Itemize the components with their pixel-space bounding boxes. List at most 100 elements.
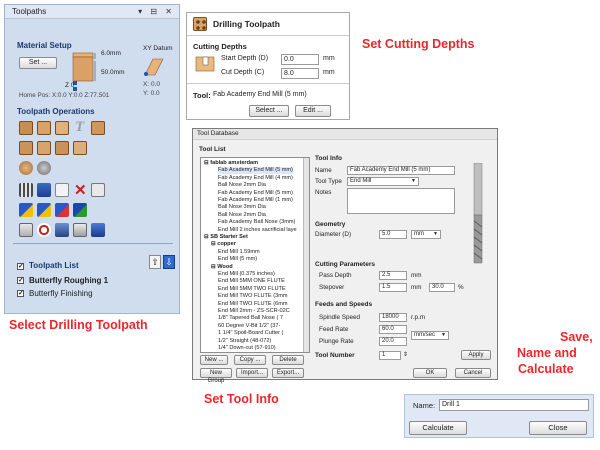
tree-scrollbar[interactable] bbox=[303, 158, 309, 352]
save-toolpath-icon[interactable] bbox=[73, 223, 87, 237]
v-carve-icon[interactable] bbox=[19, 141, 33, 155]
xy-datum-icon[interactable] bbox=[143, 55, 165, 77]
tool-tree-item[interactable]: End Mill TWO FLUTE (6mm bbox=[218, 301, 288, 308]
toolpath-list-checkbox[interactable]: ✓ bbox=[17, 263, 24, 270]
tool-tree-item[interactable]: Fab Academy End Mill (1 mm) bbox=[218, 197, 293, 204]
calculator-icon[interactable] bbox=[91, 183, 105, 197]
fluting-toolpath-icon[interactable] bbox=[73, 141, 87, 155]
toolpath-name-label: Name: bbox=[413, 401, 436, 410]
3d-finishing-icon[interactable] bbox=[37, 161, 51, 175]
tool-tree-item[interactable]: End Mill 1.59mm bbox=[218, 249, 260, 256]
edit-tool-button[interactable]: Edit ... bbox=[295, 105, 331, 117]
tool-tree-item[interactable]: End Mill (5 mm) bbox=[218, 256, 257, 263]
diameter-input[interactable]: 5.0 bbox=[379, 230, 407, 239]
move-down-icon[interactable]: ⇩ bbox=[163, 255, 175, 269]
tool-tree-item[interactable]: 1/4" Down-cut (57-910) bbox=[218, 345, 276, 352]
import-button[interactable]: Import... bbox=[236, 368, 268, 378]
tool-tree-item[interactable]: End Mill 5MM TWO FLUTE bbox=[218, 286, 286, 293]
cut-depth-input[interactable]: 8.0 bbox=[281, 68, 319, 79]
notes-textarea[interactable] bbox=[347, 188, 455, 214]
tool-tree-item[interactable]: End Mill TWO FLUTE (3mm bbox=[218, 293, 288, 300]
feed-rate-input[interactable]: 60.0 bbox=[379, 325, 407, 334]
rate-unit-select[interactable]: mm/sec ▼ bbox=[411, 331, 449, 340]
tool-tree-item[interactable]: ⊟ fablab amsterdam bbox=[204, 160, 258, 167]
caption-name-and: Name and bbox=[517, 346, 577, 360]
pass-depth-input[interactable]: 2.5 bbox=[379, 271, 407, 280]
merge-toolpaths-icon[interactable] bbox=[91, 223, 105, 237]
preview-all-icon[interactable] bbox=[37, 203, 51, 217]
delete-toolpath-icon[interactable]: ✕ bbox=[74, 181, 87, 199]
apply-button[interactable]: Apply bbox=[461, 350, 491, 360]
toolpath-name-input[interactable]: Drill 1 bbox=[439, 399, 589, 411]
z-zero-label: Z 0 bbox=[65, 82, 75, 89]
ok-button[interactable]: OK bbox=[413, 368, 447, 378]
flute-toolpath-icon[interactable] bbox=[37, 141, 51, 155]
tool-tree-item[interactable]: ⊟ SB Starter Set bbox=[204, 234, 248, 241]
drilling-toolpath-icon[interactable] bbox=[19, 183, 33, 197]
datum-x-value: X: 0.0 bbox=[143, 81, 160, 88]
toolpaths-panel: Toolpaths ▾ ⊟ ✕ Material Setup Set ... 6… bbox=[4, 4, 180, 314]
tool-tree-item[interactable]: 1/2" Straight (48-072) bbox=[218, 338, 271, 345]
toolpath-item-checkbox[interactable]: ✓ bbox=[17, 277, 24, 284]
select-tool-button[interactable]: Select ... bbox=[249, 105, 289, 117]
toolpath-item-checkbox[interactable]: ✓ bbox=[17, 290, 24, 297]
cancel-button[interactable]: Cancel bbox=[455, 368, 491, 378]
reset-preview-icon[interactable] bbox=[55, 203, 69, 217]
tool-tree-item[interactable]: End Mill 2 inches sacrificial laye bbox=[218, 227, 297, 234]
tool-tree-item[interactable]: Ball Nose 3mm Dia bbox=[218, 204, 266, 211]
tool-name-input[interactable]: Fab Academy End Mill (5 mm) bbox=[347, 166, 455, 175]
tool-tree-item[interactable]: Fab Academy End Mill (4 mm) bbox=[218, 175, 293, 182]
prism-toolpath-icon[interactable] bbox=[55, 141, 69, 155]
pocket-toolpath-icon[interactable] bbox=[37, 121, 51, 135]
tool-tree[interactable]: ⊟ fablab amsterdam Fab Academy End Mill (… bbox=[200, 157, 310, 353]
material-set-button[interactable]: Set ... bbox=[19, 57, 57, 69]
tool-tree-item[interactable]: Fab Academy Ball Nose (3mm) bbox=[218, 219, 295, 226]
profile-toolpath-icon[interactable] bbox=[19, 121, 33, 135]
preview-toolpath-icon[interactable] bbox=[19, 203, 33, 217]
toolpath-list-item[interactable]: ✓ Butterfly Finishing bbox=[17, 289, 167, 299]
3d-roughing-icon[interactable] bbox=[19, 161, 33, 175]
export-button[interactable]: Export... bbox=[272, 368, 304, 378]
quick-engrave-icon[interactable] bbox=[91, 121, 105, 135]
tool-type-label: Tool Type bbox=[315, 178, 342, 185]
plunge-rate-input[interactable]: 20.0 bbox=[379, 337, 407, 346]
toolpath-list-item[interactable]: ✓ Butterfly Roughing 1 bbox=[17, 276, 167, 286]
tool-number-input[interactable]: 1 bbox=[379, 351, 401, 360]
tool-type-select[interactable]: End Mill ▼ bbox=[347, 177, 419, 186]
material-preview-icon[interactable] bbox=[73, 203, 87, 217]
text-toolpath-icon[interactable]: T bbox=[75, 119, 84, 136]
delete-tool-button[interactable]: Delete bbox=[272, 355, 304, 365]
calculate-button[interactable]: Calculate bbox=[409, 421, 467, 435]
move-up-icon[interactable]: ⇧ bbox=[149, 255, 161, 269]
tool-tree-item[interactable]: Ball Nose 2mm Dia bbox=[218, 212, 266, 219]
tool-tree-item[interactable]: 60 Degree V-Bit 1/2" (37- bbox=[218, 323, 280, 330]
tool-tree-item[interactable]: End Mill 2mm - ZS-SCR-02C bbox=[218, 308, 290, 315]
stepover-percent-input[interactable]: 30.0 bbox=[429, 283, 455, 292]
tool-tree-item[interactable]: End Mill (0.375 inches) bbox=[218, 271, 275, 278]
tool-tree-item[interactable]: Fab Academy End Mill (5 mm) bbox=[218, 167, 293, 175]
copy-tool-button[interactable]: Copy ... bbox=[234, 355, 266, 365]
edit-toolpath-icon[interactable] bbox=[55, 183, 69, 197]
job-sheet-icon[interactable] bbox=[55, 223, 69, 237]
spin-arrows-icon[interactable]: ⇕ bbox=[403, 351, 408, 358]
chevron-down-icon: ▼ bbox=[433, 231, 438, 237]
nesting-icon[interactable] bbox=[19, 223, 33, 237]
new-tool-button[interactable]: New ... bbox=[200, 355, 228, 365]
tool-tree-item[interactable]: ⊟ copper bbox=[211, 241, 236, 248]
tool-tree-item[interactable]: Fab Academy End Mill (5 mm) bbox=[218, 190, 293, 197]
toolpath-template-icon[interactable] bbox=[37, 183, 51, 197]
close-button[interactable]: Close bbox=[529, 421, 587, 435]
stepover-input[interactable]: 1.5 bbox=[379, 283, 407, 292]
tool-tree-item[interactable]: 1 1/4" Spoil-Board Cutter ( bbox=[218, 330, 283, 337]
start-depth-input[interactable]: 0.0 bbox=[281, 54, 319, 65]
tool-tree-item[interactable]: 1/8" Tapered Ball Nose ( 7 bbox=[218, 315, 283, 322]
tool-tree-item[interactable]: Ball Nose 2mm Dia bbox=[218, 182, 266, 189]
tool-tree-item[interactable]: End Mill 5MM ONE FLUTE bbox=[218, 278, 285, 285]
toolpath-timer-icon[interactable] bbox=[37, 223, 51, 237]
spindle-speed-input[interactable]: 18000 bbox=[379, 313, 407, 322]
inlay-toolpath-icon[interactable] bbox=[55, 121, 69, 135]
new-group-button[interactable]: New Group bbox=[200, 368, 232, 384]
tool-tree-item[interactable]: ⊟ Wood bbox=[211, 264, 233, 271]
window-controls[interactable]: ▾ ⊟ ✕ bbox=[138, 7, 175, 16]
diameter-unit-select[interactable]: mm ▼ bbox=[411, 230, 441, 239]
